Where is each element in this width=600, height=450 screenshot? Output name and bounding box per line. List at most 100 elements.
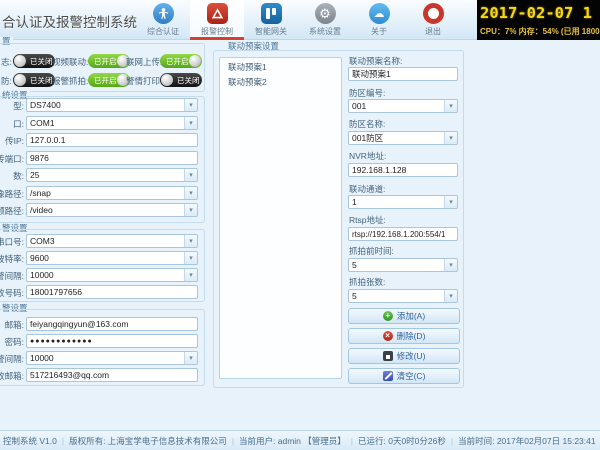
toggle-knob bbox=[161, 74, 173, 86]
status-uptime: 已运行: 0天0时0分26秒 bbox=[358, 435, 446, 447]
toggle-state: 已关闭 bbox=[30, 75, 53, 86]
status-copyright: 版权所有: 上海宝学电子信息技术有限公司 bbox=[69, 435, 227, 447]
chevron-down-icon: ▾ bbox=[184, 169, 197, 181]
clear-icon bbox=[383, 371, 393, 381]
cloud-icon: ☁ bbox=[369, 3, 390, 24]
serial-port-select[interactable]: COM1▾ bbox=[26, 116, 198, 130]
send-email-label: 邮箱: bbox=[0, 320, 24, 330]
email-password-label: 密码: bbox=[0, 337, 24, 347]
channel-select[interactable]: 1▾ bbox=[348, 195, 458, 209]
alarm-capture-toggle[interactable]: 已开启 bbox=[88, 73, 130, 87]
receive-email-input[interactable]: 517216493@qq.com bbox=[26, 368, 198, 382]
chevron-down-icon: ▾ bbox=[184, 187, 197, 199]
led-cpu-memory: CPU：7% 内存：54% (已用 1800 bbox=[480, 26, 600, 37]
receive-number-input[interactable]: 18001797656 bbox=[26, 285, 198, 299]
toggle-knob bbox=[14, 55, 26, 67]
upload-port-input[interactable]: 9876 bbox=[26, 151, 198, 165]
status-current-user: 当前用户: admin 【管理员】 bbox=[239, 435, 346, 447]
chevron-down-icon: ▾ bbox=[444, 100, 457, 112]
baud-rate-select[interactable]: 9600▾ bbox=[26, 251, 198, 265]
delete-button[interactable]: × 删除(D) bbox=[348, 328, 460, 344]
nav-item-about[interactable]: ☁ 关于 bbox=[352, 0, 406, 40]
preset-list-item[interactable]: 联动预案2 bbox=[220, 75, 341, 90]
alarm-print-toggle-label: 警情打印: bbox=[126, 76, 162, 86]
preset-list: 联动预案1 联动预案2 bbox=[219, 57, 342, 379]
alarm-capture-toggle-label: 报警抓拍: bbox=[52, 76, 88, 86]
host-type-label: 型: bbox=[0, 101, 24, 111]
status-separator: | bbox=[451, 436, 453, 446]
receive-email-label: 收邮箱: bbox=[0, 371, 24, 381]
add-icon: + bbox=[383, 311, 393, 321]
save-icon bbox=[383, 351, 393, 361]
modify-button[interactable]: 修改(U) bbox=[348, 348, 460, 364]
video-path-select[interactable]: /video▾ bbox=[26, 203, 198, 217]
chevron-down-icon: ▾ bbox=[444, 196, 457, 208]
arm-toggle-label: 防: bbox=[1, 76, 12, 86]
chevron-down-icon: ▾ bbox=[184, 269, 197, 281]
alarm-print-toggle[interactable]: 已关闭 bbox=[160, 73, 202, 87]
exit-icon bbox=[423, 3, 444, 24]
email-password-input[interactable]: ●●●●●●●●●●●● bbox=[26, 334, 198, 348]
main-nav: 综合认证 报警控制 智能网关 ⚙ 系统设置 ☁ 关于 退出 bbox=[136, 0, 460, 40]
status-separator: | bbox=[62, 436, 64, 446]
video-path-label: 频路径: bbox=[0, 206, 24, 216]
nav-item-settings[interactable]: ⚙ 系统设置 bbox=[298, 0, 352, 40]
serial-port-label: 口: bbox=[0, 119, 24, 129]
chevron-down-icon: ▾ bbox=[184, 204, 197, 216]
host-type-select[interactable]: DS7400▾ bbox=[26, 98, 198, 112]
nav-label: 综合认证 bbox=[147, 26, 179, 37]
nav-label: 退出 bbox=[425, 26, 441, 37]
email-interval-label: 警间隔: bbox=[0, 354, 24, 364]
rtsp-address-input[interactable]: rtsp://192.168.1.200:554/1 bbox=[348, 227, 458, 241]
chevron-down-icon: ▾ bbox=[184, 117, 197, 129]
clear-button[interactable]: 清空(C) bbox=[348, 368, 460, 384]
toggle-state: 已开启 bbox=[94, 75, 117, 86]
snap-path-select[interactable]: /snap▾ bbox=[26, 186, 198, 200]
chevron-down-icon: ▾ bbox=[444, 259, 457, 271]
pre-capture-time-select[interactable]: 5▾ bbox=[348, 258, 458, 272]
arm-toggle[interactable]: 已关闭 bbox=[13, 73, 55, 87]
toggle-knob bbox=[189, 55, 201, 67]
nav-item-alarm-control[interactable]: 报警控制 bbox=[190, 0, 244, 40]
delete-button-label: 删除(D) bbox=[397, 330, 426, 342]
zone-name-label: 防区名称: bbox=[349, 119, 385, 129]
upload-ip-label: 传IP: bbox=[0, 136, 24, 146]
capture-count-select[interactable]: 5▾ bbox=[348, 289, 458, 303]
channel-count-select[interactable]: 25▾ bbox=[26, 168, 198, 182]
nav-item-gateway[interactable]: 智能网关 bbox=[244, 0, 298, 40]
chevron-down-icon: ▾ bbox=[184, 235, 197, 247]
upload-ip-input[interactable]: 127.0.0.1 bbox=[26, 133, 198, 147]
receive-number-label: 收号码: bbox=[0, 288, 24, 298]
nvr-address-input[interactable]: 192.168.1.128 bbox=[348, 163, 458, 177]
preset-name-input[interactable]: 联动预案1 bbox=[348, 67, 458, 81]
add-button-label: 添加(A) bbox=[397, 310, 425, 322]
sms-interval-select[interactable]: 10000▾ bbox=[26, 268, 198, 282]
status-separator: | bbox=[232, 436, 234, 446]
add-button[interactable]: + 添加(A) bbox=[348, 308, 460, 324]
upload-port-label: 传端口: bbox=[0, 154, 24, 164]
nav-item-exit[interactable]: 退出 bbox=[406, 0, 460, 40]
nav-label: 智能网关 bbox=[255, 26, 287, 37]
nav-item-auth[interactable]: 综合认证 bbox=[136, 0, 190, 40]
zone-name-select[interactable]: 001防区▾ bbox=[348, 131, 458, 145]
pre-capture-time-label: 抓拍前时间: bbox=[349, 246, 394, 256]
email-interval-select[interactable]: 10000▾ bbox=[26, 351, 198, 365]
led-datetime: 2017-02-07 1 bbox=[480, 4, 600, 22]
toggle-state: 已开启 bbox=[94, 56, 117, 67]
zone-number-select[interactable]: 001▾ bbox=[348, 99, 458, 113]
rtsp-address-label: Rtsp地址: bbox=[349, 215, 386, 225]
gateway-icon bbox=[261, 3, 282, 24]
video-link-toggle[interactable]: 已开启 bbox=[88, 54, 130, 68]
channel-label: 联动通道: bbox=[349, 184, 385, 194]
nav-label: 系统设置 bbox=[309, 26, 341, 37]
log-toggle[interactable]: 已关闭 bbox=[13, 54, 55, 68]
app-title: 合认证及报警控制系统 bbox=[2, 11, 137, 31]
alarm-icon bbox=[207, 3, 228, 24]
net-upload-toggle[interactable]: 已开启 bbox=[160, 54, 202, 68]
preset-list-item[interactable]: 联动预案1 bbox=[220, 60, 341, 75]
sms-serial-select[interactable]: COM3▾ bbox=[26, 234, 198, 248]
send-email-input[interactable]: feiyangqingyun@163.com bbox=[26, 317, 198, 331]
toggle-knob bbox=[14, 74, 26, 86]
chevron-down-icon: ▾ bbox=[184, 252, 197, 264]
zone-number-label: 防区编号: bbox=[349, 88, 385, 98]
